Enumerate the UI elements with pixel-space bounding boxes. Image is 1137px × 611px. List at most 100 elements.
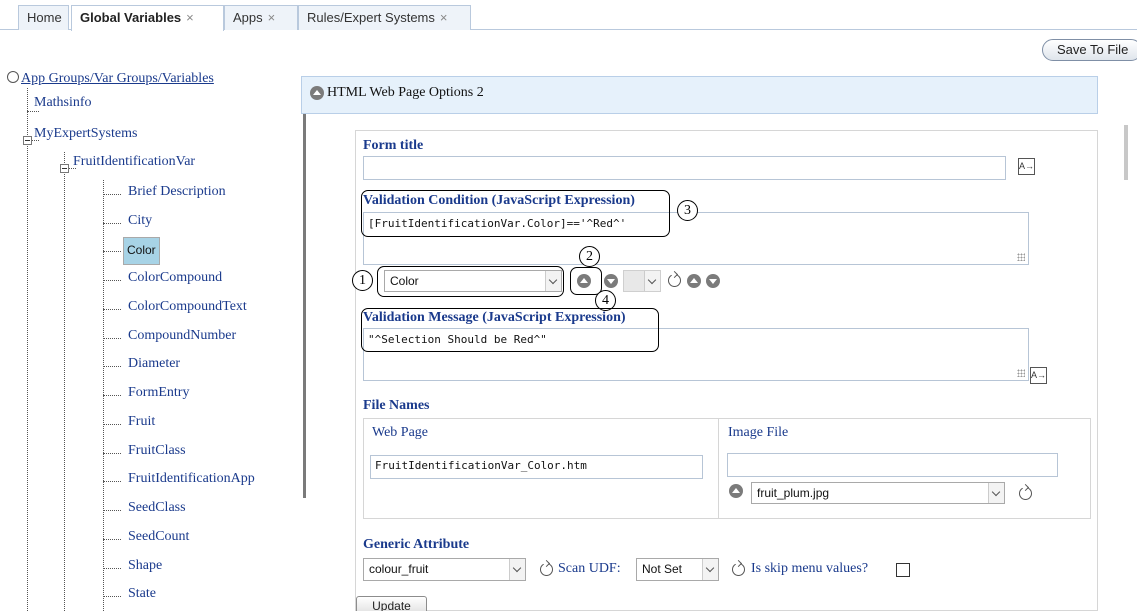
tree-guide-line <box>103 395 121 396</box>
refresh-icon[interactable] <box>732 563 745 576</box>
translate-icon[interactable]: A→ <box>1018 158 1035 175</box>
callout-outline-3 <box>361 190 670 237</box>
web-page-label: Web Page <box>372 425 429 440</box>
tab-label: Global Variables <box>80 10 182 25</box>
tree-item-fruit[interactable]: Fruit <box>128 414 155 430</box>
callout-number-2: 2 <box>579 246 600 267</box>
insert-up-icon[interactable] <box>687 274 701 288</box>
tree-guide-line <box>103 510 121 511</box>
insert-variable-down-icon[interactable] <box>604 274 618 288</box>
generic-attribute-label: Generic Attribute <box>363 537 470 552</box>
tree-item-compoundnumber[interactable]: CompoundNumber <box>128 328 236 344</box>
refresh-icon[interactable] <box>1019 487 1032 500</box>
chevron-up-circle-icon[interactable] <box>729 484 743 498</box>
tree-guide-line <box>103 194 121 195</box>
resize-grip[interactable] <box>1017 369 1025 377</box>
tree-item-color[interactable]: Color <box>123 237 160 265</box>
tree-item-seedclass[interactable]: SeedClass <box>128 500 186 516</box>
callout-outline-message <box>361 308 659 352</box>
tab-label: Rules/Expert Systems <box>307 10 435 25</box>
tree-guide-line <box>103 280 121 281</box>
form-title-label: Form title <box>363 138 424 153</box>
generic-attribute-value: colour_fruit <box>369 562 429 576</box>
tree-guide-line <box>103 568 121 569</box>
collapse-toggle[interactable] <box>23 136 32 145</box>
chevron-down-icon <box>988 483 1004 503</box>
tree-item-shape[interactable]: Shape <box>128 558 162 574</box>
save-to-file-button[interactable]: Save To File <box>1042 39 1137 61</box>
tab-bar: Home Global Variables × Apps × Rules/Exper… <box>0 0 1137 31</box>
tab-rules-expert-systems[interactable]: Rules/Expert Systems × <box>298 5 471 30</box>
tree-guide-line <box>103 366 121 367</box>
callout-number-1: 1 <box>352 270 373 291</box>
tree-guide-line <box>103 309 121 310</box>
tree-guide-line <box>64 152 65 611</box>
generic-attribute-select[interactable]: colour_fruit <box>363 558 526 581</box>
tree-item-brief-description[interactable]: Brief Description <box>128 184 226 200</box>
tab-label: Home <box>27 10 62 25</box>
tree-root-label: App Groups/Var Groups/Variables <box>21 71 214 86</box>
close-icon[interactable]: × <box>268 10 276 25</box>
close-icon[interactable]: × <box>186 10 194 25</box>
chevron-down-icon <box>644 271 660 291</box>
tree-guide-line <box>103 251 121 252</box>
skip-menu-checkbox[interactable] <box>896 563 910 577</box>
insert-down-icon[interactable] <box>706 274 720 288</box>
tree-guide-line <box>103 539 121 540</box>
update-button[interactable]: Update <box>356 596 427 611</box>
tree-item-colorcompound[interactable]: ColorCompound <box>128 270 222 286</box>
close-icon[interactable]: × <box>440 10 448 25</box>
tree-guide-line <box>103 338 121 339</box>
tree-guide-line <box>103 481 121 482</box>
resize-grip[interactable] <box>1017 253 1025 261</box>
section-title: HTML Web Page Options 2 <box>327 85 484 100</box>
tree-guide-line <box>27 111 39 112</box>
web-page-input[interactable]: FruitIdentificationVar_Color.htm <box>370 455 703 479</box>
form-title-input[interactable] <box>363 156 1006 180</box>
tree-scrollbar-thumb[interactable] <box>303 88 306 498</box>
image-file-select[interactable]: fruit_plum.jpg <box>751 482 1005 504</box>
image-file-input[interactable] <box>727 453 1058 477</box>
tree-item-diameter[interactable]: Diameter <box>128 356 180 372</box>
tree-item-city[interactable]: City <box>128 213 152 229</box>
translate-icon[interactable]: A→ <box>1030 367 1047 384</box>
collapse-section-icon[interactable] <box>310 86 324 100</box>
chevron-down-icon <box>702 559 718 580</box>
tab-home[interactable]: Home <box>18 5 69 30</box>
tree-item-mathsinfo[interactable]: Mathsinfo <box>34 95 92 111</box>
image-file-label: Image File <box>728 425 789 440</box>
chevron-down-icon <box>509 559 525 580</box>
tab-label: Apps <box>233 10 263 25</box>
tab-apps[interactable]: Apps × <box>224 5 298 30</box>
tree-item-fruitidentificationapp[interactable]: FruitIdentificationApp <box>128 471 255 487</box>
tree-item-state[interactable]: State <box>128 586 156 602</box>
tree-root-link[interactable]: App Groups/Var Groups/Variables <box>7 71 214 87</box>
image-file-select-value: fruit_plum.jpg <box>757 486 830 500</box>
file-names-divider <box>718 418 719 519</box>
scan-udf-select[interactable]: Not Set <box>636 558 719 581</box>
page-scrollbar-thumb[interactable] <box>1124 125 1128 180</box>
tree-item-colorcompoundtext[interactable]: ColorCompoundText <box>128 299 247 315</box>
file-names-label: File Names <box>363 398 430 413</box>
refresh-icon[interactable] <box>668 274 681 287</box>
variable-select[interactable]: Color <box>384 270 562 292</box>
tree-guide-line <box>103 596 121 597</box>
refresh-icon[interactable] <box>540 563 553 576</box>
insert-variable-up-icon[interactable] <box>577 274 591 288</box>
tab-global-variables[interactable]: Global Variables × <box>71 5 224 31</box>
tree-item-myexpertsystems[interactable]: MyExpertSystems <box>34 126 137 142</box>
tree-item-fruitclass[interactable]: FruitClass <box>128 443 186 459</box>
tree-item-formentry[interactable]: FormEntry <box>128 385 189 401</box>
tree-guide-line <box>103 453 121 454</box>
refresh-icon[interactable] <box>7 71 19 83</box>
tree-guide-line <box>103 424 121 425</box>
callout-number-3: 3 <box>677 200 698 221</box>
tree-item-fruitidentificationvar[interactable]: FruitIdentificationVar <box>73 154 195 170</box>
tree-guide-line <box>27 88 28 611</box>
variable-select-value: Color <box>390 274 419 288</box>
tree-item-seedcount[interactable]: SeedCount <box>128 529 189 545</box>
property-select[interactable] <box>623 270 661 292</box>
collapse-toggle[interactable] <box>60 164 69 173</box>
chevron-down-icon <box>545 271 561 291</box>
scan-udf-label: Scan UDF: <box>558 561 621 576</box>
